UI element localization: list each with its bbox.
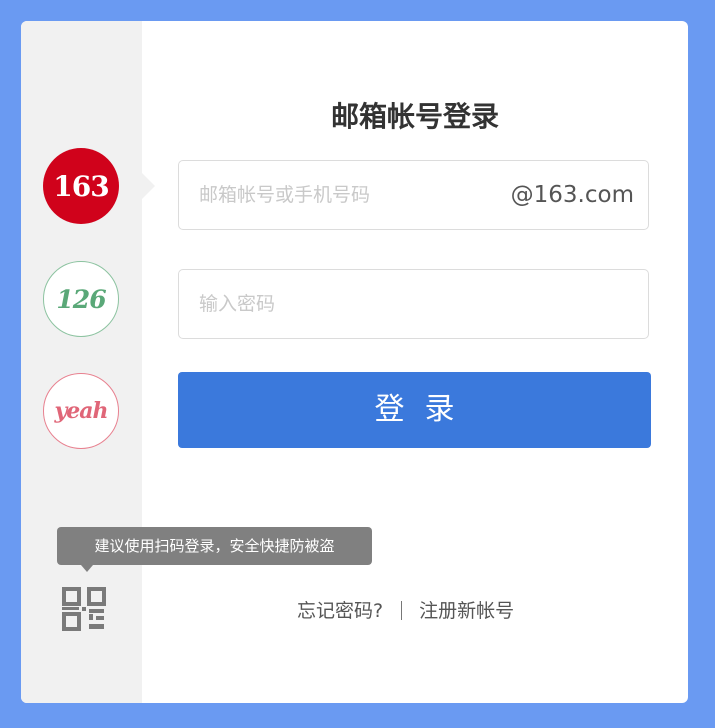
username-field: @163.com xyxy=(178,160,649,230)
link-divider xyxy=(401,601,403,620)
password-input[interactable] xyxy=(199,270,499,338)
footer-links: 忘记密码? 注册新帐号 xyxy=(297,596,514,623)
brand-yeah-logo: yeah xyxy=(54,398,108,424)
qr-tooltip: 建议使用扫码登录，安全快捷防被盗 xyxy=(57,527,372,565)
login-title: 邮箱帐号登录 xyxy=(330,100,499,133)
brand-126-logo: 126 xyxy=(56,284,106,314)
forgot-password-link[interactable]: 忘记密码? xyxy=(297,600,383,622)
brand-163-button[interactable]: 163 xyxy=(43,148,119,224)
qr-code-icon-graphic xyxy=(62,587,106,631)
brand-126-button[interactable]: 126 xyxy=(43,261,119,337)
login-button[interactable]: 登录 xyxy=(178,372,651,448)
register-link[interactable]: 注册新帐号 xyxy=(419,600,514,622)
qr-code-icon[interactable] xyxy=(62,587,106,631)
selected-brand-pointer xyxy=(142,173,155,199)
login-card: 163 126 yeah 建议使用扫码登录，安全快捷防被盗 邮箱帐号登录 邮箱帐… xyxy=(21,21,688,703)
brand-yeah-button[interactable]: yeah xyxy=(43,373,119,449)
password-field xyxy=(178,269,649,339)
username-input[interactable] xyxy=(199,161,499,229)
brand-163-logo: 163 xyxy=(53,169,109,203)
qr-tooltip-pointer xyxy=(81,565,93,572)
mailbox-sidebar: 163 126 yeah 建议使用扫码登录，安全快捷防被盗 xyxy=(21,21,372,703)
domain-suffix: @163.com xyxy=(510,182,634,208)
